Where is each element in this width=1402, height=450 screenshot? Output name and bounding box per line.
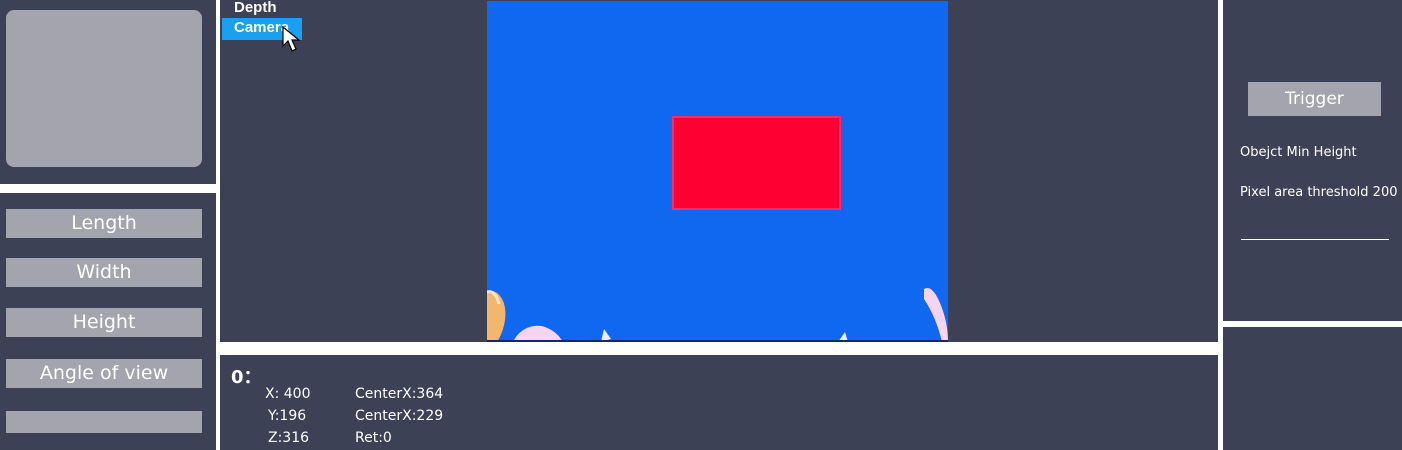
ret-readout: Ret:0 <box>355 430 392 446</box>
menu-item-depth[interactable]: Depth <box>222 0 302 20</box>
angle-of-view-button[interactable]: Angle of view <box>6 359 202 388</box>
empty-button[interactable] <box>6 411 202 433</box>
measurement-panel: Length Width Height Angle of view <box>0 193 216 450</box>
control-panel: Trigger Obejct Min Height Pixel area thr… <box>1223 0 1402 321</box>
object-min-height-label: Obejct Min Height <box>1240 145 1357 160</box>
x-readout: X: 400 <box>265 386 311 402</box>
readout-index: 0： <box>231 367 262 388</box>
y-readout: Y:196 <box>268 408 307 424</box>
camera-artifact <box>487 290 506 342</box>
center-x-readout: CenterX:364 <box>355 386 444 402</box>
camera-view-panel: Depth Camera <box>220 0 1218 342</box>
pixel-area-threshold-label: Pixel area threshold 200 <box>1240 185 1398 200</box>
height-button[interactable]: Height <box>6 308 202 337</box>
camera-edge <box>487 340 948 342</box>
preview-thumbnail <box>6 10 202 167</box>
center-y-readout: CenterX:229 <box>355 408 444 424</box>
trigger-button[interactable]: Trigger <box>1248 82 1381 116</box>
z-readout: Z:316 <box>268 430 310 446</box>
right-bottom-panel <box>1223 327 1402 450</box>
mouse-cursor-icon <box>282 26 301 52</box>
camera-feed <box>487 1 948 342</box>
camera-artifact <box>513 325 563 342</box>
width-button[interactable]: Width <box>6 258 202 287</box>
detected-object-box <box>672 116 841 210</box>
camera-artifact <box>924 287 948 342</box>
divider <box>1241 239 1389 240</box>
left-preview-panel <box>0 0 216 184</box>
readout-panel: 0： X: 400 Y:196 Z:316 CenterX:364 Center… <box>220 355 1218 450</box>
length-button[interactable]: Length <box>6 209 202 238</box>
